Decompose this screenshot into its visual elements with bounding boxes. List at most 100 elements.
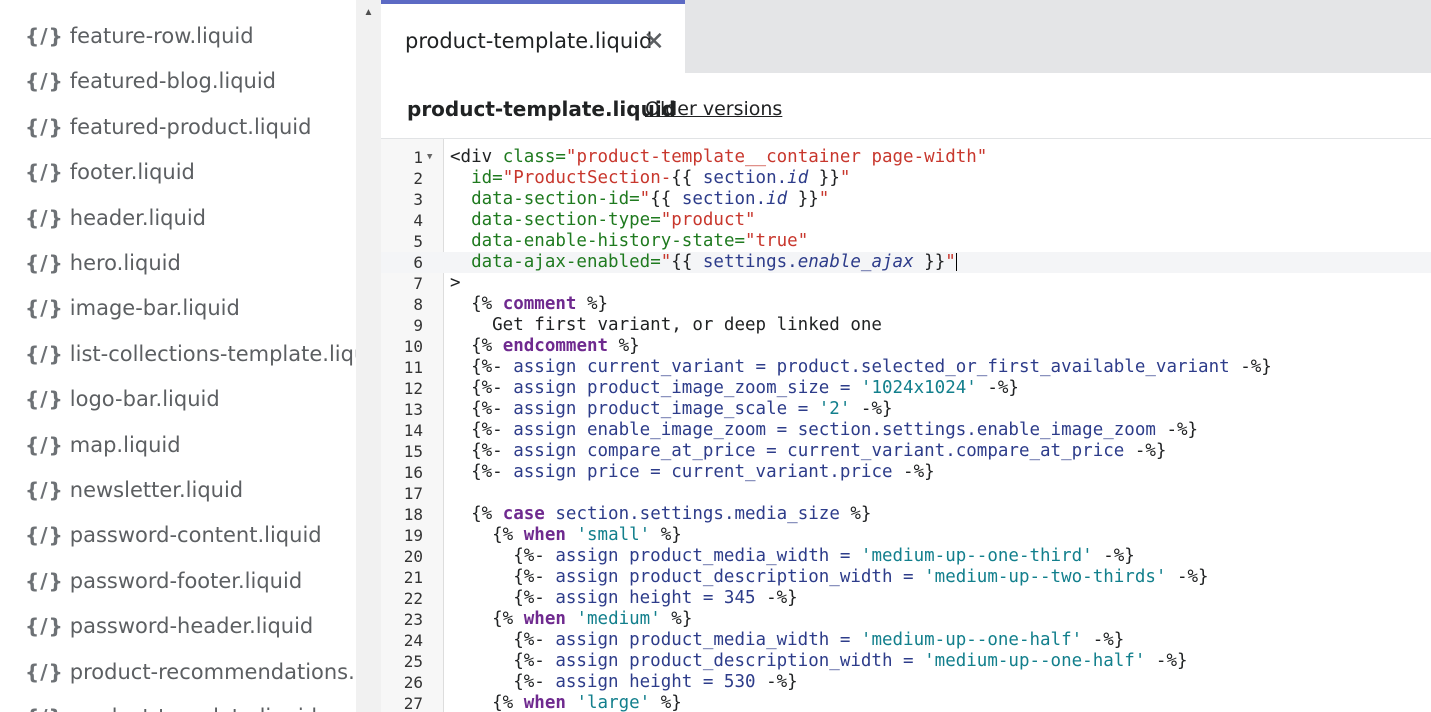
code-line[interactable]: 9 Get first variant, or deep linked one (381, 315, 1431, 336)
sidebar-file-label: product-template.liquid (70, 705, 317, 712)
code-line[interactable]: 1 ▼ <div class="product-template__containe… (381, 147, 1431, 168)
sidebar-file-item[interactable]: {/} logo-bar.liquid (25, 384, 220, 414)
code-line[interactable]: 11 {%- assign current_variant = product.… (381, 357, 1431, 378)
liquid-file-icon: {/} (25, 205, 64, 230)
sidebar-file-item[interactable]: {/} header.liquid (25, 203, 206, 233)
sidebar-file-item[interactable]: {/} hero.liquid (25, 248, 181, 278)
code-editor[interactable]: 1 ▼ <div class="product-template__containe… (381, 139, 1431, 712)
code-text: > (450, 273, 461, 293)
code-text: {%- assign enable_image_zoom = section.s… (450, 420, 1199, 440)
sidebar-scrollbar[interactable]: ▲ (356, 0, 381, 712)
code-text: data-section-type="product" (471, 210, 756, 230)
line-number: 1 (413, 148, 423, 167)
code-line[interactable]: 13 {%- assign product_image_scale = '2' … (381, 399, 1431, 420)
sidebar-file-item[interactable]: {/} password-content.liquid (25, 520, 322, 550)
code-text: {%- assign height = 530 -%} (450, 672, 798, 692)
code-text: {%- assign compare_at_price = current_va… (450, 441, 1167, 461)
sidebar-file-item[interactable]: {/} password-header.liquid (25, 611, 313, 641)
code-text: {% when 'small' %} (450, 525, 682, 545)
line-number: 14 (403, 421, 423, 440)
code-line[interactable]: 10 {% endcomment %} (381, 336, 1431, 357)
sidebar-file-label: password-footer.liquid (69, 568, 303, 593)
liquid-file-icon: {/} (25, 568, 64, 593)
sidebar-file-item[interactable]: {/} feature-row.liquid (25, 21, 254, 51)
code-text: {% comment %} (450, 294, 609, 314)
sidebar-file-item[interactable]: {/} map.liquid (25, 430, 181, 460)
liquid-file-icon: {/} (25, 614, 64, 639)
line-number: 5 (413, 232, 423, 251)
code-line[interactable]: 2 id="ProductSection-{{ section.id }}" (381, 168, 1431, 189)
tab-product-template[interactable]: product-template.liquid ✕ (381, 0, 685, 73)
code-line[interactable]: 24 {%- assign product_media_width = 'med… (381, 630, 1431, 651)
sidebar-file-label: featured-product.liquid (69, 114, 312, 139)
code-line[interactable]: 18 {% case section.settings.media_size %… (381, 504, 1431, 525)
line-number: 7 (413, 274, 423, 293)
code-line[interactable]: 23 {% when 'medium' %} (381, 609, 1431, 630)
older-versions-link[interactable]: Older versions (645, 98, 782, 120)
code-text: {% when 'large' %} (450, 693, 682, 712)
liquid-file-icon: {/} (25, 659, 64, 684)
code-line[interactable]: 6 data-ajax-enabled="{{ settings.enable_… (381, 252, 1431, 273)
code-line[interactable]: 22 {%- assign height = 345 -%} (381, 588, 1431, 609)
code-text: data-section-id="{{ section.id }}" (471, 189, 830, 209)
code-line[interactable]: 8 {% comment %} (381, 294, 1431, 315)
code-text: {%- assign current_variant = product.sel… (450, 357, 1272, 377)
code-text: {%- assign product_media_width = 'medium… (450, 546, 1135, 566)
scroll-up-arrow-icon[interactable]: ▲ (356, 0, 381, 25)
fold-arrow-icon[interactable]: ▼ (427, 147, 432, 168)
code-line[interactable]: 15 {%- assign compare_at_price = current… (381, 441, 1431, 462)
liquid-file-icon: {/} (25, 705, 64, 712)
liquid-file-icon: {/} (25, 296, 64, 321)
code-text: {% endcomment %} (450, 336, 640, 356)
sidebar-file-item[interactable]: {/} product-template.liquid (25, 702, 317, 712)
line-number: 18 (403, 505, 423, 524)
code-text: {%- assign product_image_scale = '2' -%} (450, 399, 893, 419)
liquid-file-icon: {/} (25, 341, 64, 366)
code-line[interactable]: 5 data-enable-history-state="true" (381, 231, 1431, 252)
sidebar-file-item[interactable]: {/}product-recommendations.liquid (25, 657, 356, 687)
line-number: 10 (403, 337, 423, 356)
line-number: 20 (403, 547, 423, 566)
line-number: 2 (413, 169, 423, 188)
sidebar-file-label: image-bar.liquid (69, 296, 240, 321)
code-text: {%- assign height = 345 -%} (450, 588, 798, 608)
code-line[interactable]: 25 {%- assign product_description_width … (381, 651, 1431, 672)
code-line[interactable]: 19 {% when 'small' %} (381, 525, 1431, 546)
sidebar-file-item[interactable]: {/} featured-blog.liquid (25, 66, 276, 96)
close-icon[interactable]: ✕ (643, 26, 665, 56)
sidebar-file-item[interactable]: {/} image-bar.liquid (25, 293, 240, 323)
line-number: 3 (413, 190, 423, 209)
line-number: 6 (413, 253, 423, 272)
code-line[interactable]: 14 {%- assign enable_image_zoom = sectio… (381, 420, 1431, 441)
code-text: {%- assign product_media_width = 'medium… (450, 630, 1125, 650)
line-number: 11 (403, 358, 423, 377)
code-line[interactable]: 17 (381, 483, 1431, 504)
sidebar-file-item[interactable]: {/} featured-product.liquid (25, 112, 311, 142)
sidebar-file-label: logo-bar.liquid (69, 387, 220, 412)
code-line[interactable]: 7 > (381, 273, 1431, 294)
code-line[interactable]: 27 {% when 'large' %} (381, 693, 1431, 712)
code-line[interactable]: 21 {%- assign product_description_width … (381, 567, 1431, 588)
file-sidebar: {/} feature-row.liquid {/} featured-blog.li… (0, 0, 356, 712)
code-line[interactable]: 20 {%- assign product_media_width = 'med… (381, 546, 1431, 567)
code-line[interactable]: 26 {%- assign height = 530 -%} (381, 672, 1431, 693)
text-cursor (955, 253, 957, 271)
sidebar-file-item[interactable]: {/} list-collections-template.liquid (25, 339, 356, 369)
editor-header: product-template.liquid Older versions (381, 73, 1431, 139)
sidebar-file-label: product-recommendations.liquid (69, 659, 356, 684)
line-number: 8 (413, 295, 423, 314)
code-text: {%- assign price = current_variant.price… (450, 462, 935, 482)
sidebar-file-label: newsletter.liquid (69, 478, 244, 502)
liquid-file-icon: {/} (25, 523, 64, 548)
sidebar-file-item[interactable]: {/} newsletter.liquid (25, 475, 243, 505)
sidebar-file-item[interactable]: {/} password-footer.liquid (25, 566, 302, 596)
liquid-file-icon: {/} (25, 69, 64, 94)
sidebar-file-item[interactable]: {/} footer.liquid (25, 157, 195, 187)
code-line[interactable]: 12 {%- assign product_image_zoom_size = … (381, 378, 1431, 399)
sidebar-file-label: map.liquid (69, 432, 181, 457)
code-line[interactable]: 4 data-section-type="product" (381, 210, 1431, 231)
code-line[interactable]: 3 data-section-id="{{ section.id }}" (381, 189, 1431, 210)
code-line[interactable]: 16 {%- assign price = current_variant.pr… (381, 462, 1431, 483)
line-number: 24 (403, 631, 423, 650)
line-number: 23 (403, 610, 423, 629)
